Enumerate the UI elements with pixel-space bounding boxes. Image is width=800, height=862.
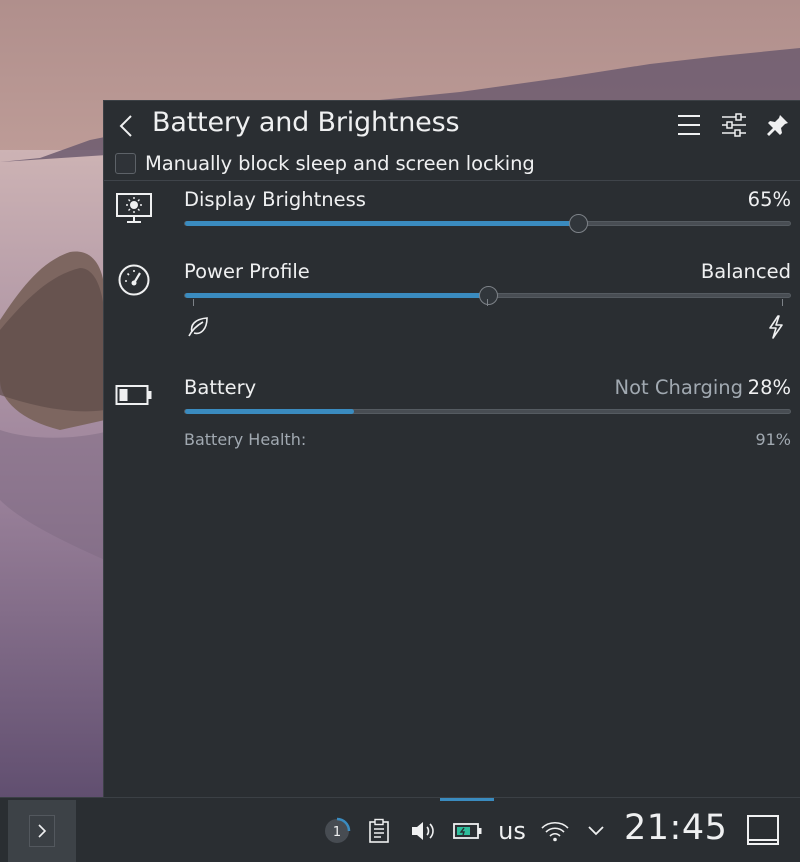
battery-tray-icon (453, 822, 482, 839)
volume-icon (412, 821, 434, 840)
brightness-section: Display Brightness 65% (104, 181, 800, 241)
battery-tray-button[interactable] (448, 798, 488, 862)
show-desktop-button[interactable] (744, 812, 782, 848)
lightning-icon (766, 315, 786, 339)
clipboard-icon (369, 818, 389, 843)
power-profile-slider-fill (185, 293, 488, 298)
taskbar: 1 us 21:45 (0, 797, 800, 862)
battery-percent: 28% (747, 376, 791, 399)
configure-button[interactable] (720, 111, 748, 139)
wifi-icon (541, 821, 569, 841)
launcher-chevron-icon (29, 815, 55, 847)
battery-brightness-popup: Battery and Brightness Manually block sl… (103, 100, 800, 797)
inhibit-sleep-label: Manually block sleep and screen locking (145, 151, 535, 175)
battery-label: Battery (184, 376, 257, 399)
clipboard-tray-button[interactable] (366, 798, 392, 862)
application-launcher-button[interactable] (8, 800, 76, 862)
power-profile-tick-balanced (487, 299, 488, 306)
keyboard-layout-label: us (498, 816, 526, 845)
notification-count: 1 (333, 825, 341, 840)
wifi-tray-button[interactable] (538, 798, 572, 862)
show-desktop-icon (747, 815, 779, 845)
inhibit-sleep-checkbox-row[interactable]: Manually block sleep and screen locking (115, 150, 535, 176)
battery-section: Battery Not Charging 28% Battery Health:… (104, 369, 800, 459)
popup-title: Battery and Brightness (152, 107, 460, 138)
keyboard-layout-button[interactable]: us (494, 798, 530, 862)
brightness-slider-handle[interactable] (569, 214, 589, 233)
expand-tray-icon (588, 825, 604, 835)
configure-icon (722, 113, 746, 137)
battery-health-value: 91% (755, 430, 791, 449)
battery-charge-fill (185, 409, 355, 414)
battery-icon (114, 375, 154, 415)
leaf-icon (186, 315, 210, 339)
power-profile-slider[interactable] (184, 286, 791, 305)
brightness-slider[interactable] (184, 214, 791, 233)
menu-button[interactable] (675, 111, 703, 139)
battery-charge-bar (184, 409, 791, 414)
power-profile-value: Balanced (700, 260, 791, 283)
power-profile-tick-performance (782, 299, 783, 306)
back-button[interactable] (114, 111, 138, 141)
pin-icon (767, 115, 788, 136)
battery-status: Not Charging (614, 376, 744, 399)
volume-tray-button[interactable] (408, 798, 438, 862)
display-brightness-icon (114, 189, 154, 229)
inhibit-sleep-checkbox[interactable] (115, 152, 136, 174)
pin-button[interactable] (764, 111, 792, 139)
battery-health-label: Battery Health: (184, 430, 307, 449)
power-profile-tick-saver (193, 299, 194, 306)
expand-tray-button[interactable] (582, 798, 610, 862)
notifications-icon: 1 (325, 817, 351, 843)
digital-clock[interactable]: 21:45 (624, 808, 727, 848)
back-arrow-icon (119, 115, 132, 137)
brightness-slider-fill (185, 221, 579, 226)
notifications-tray-button[interactable]: 1 (322, 798, 352, 862)
power-profile-label: Power Profile (184, 260, 310, 283)
power-profile-slider-handle[interactable] (478, 286, 498, 305)
power-profile-section: Power Profile Balanced (104, 253, 800, 353)
menu-icon (678, 115, 700, 135)
popup-header: Battery and Brightness Manually block sl… (104, 101, 800, 181)
brightness-label: Display Brightness (184, 188, 366, 211)
brightness-value: 65% (747, 188, 791, 211)
speedometer-icon (114, 260, 154, 300)
